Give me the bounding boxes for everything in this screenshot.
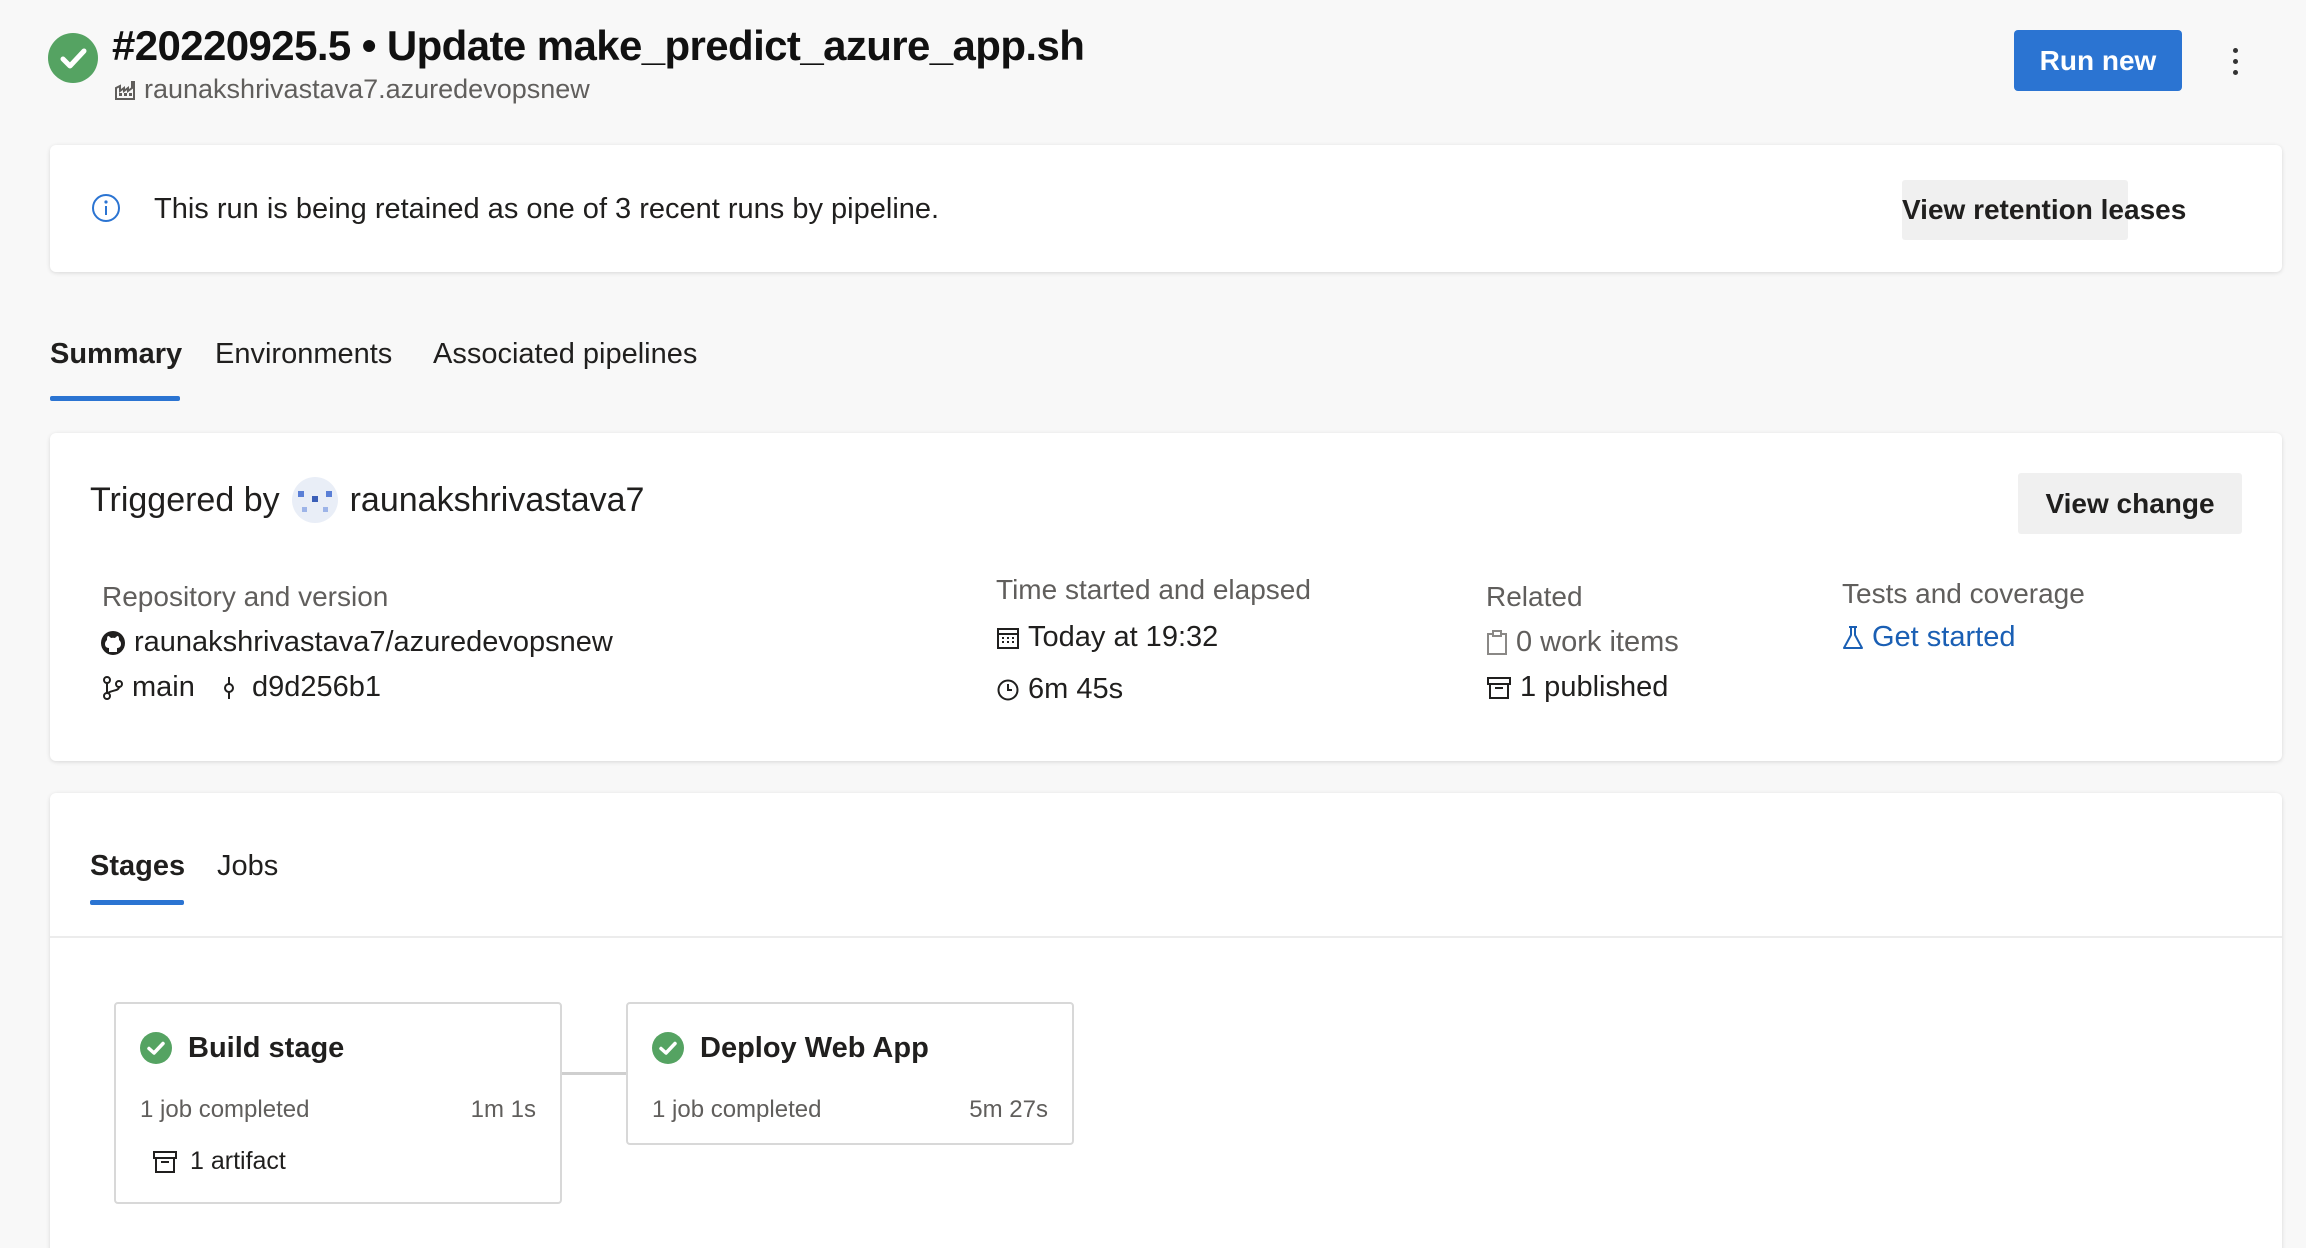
branch[interactable]: main: [102, 671, 195, 704]
stage-artifact[interactable]: 1 artifact: [152, 1147, 286, 1176]
stage-card-deploy[interactable]: Deploy Web App 1 job completed 5m 27s: [626, 1002, 1074, 1145]
tab-jobs[interactable]: Jobs: [217, 850, 278, 883]
repo-name: raunakshrivastava7/azuredevopsnew: [134, 626, 613, 658]
time-elapsed: 6m 45s: [996, 673, 1123, 706]
time-elapsed-value: 6m 45s: [1028, 673, 1124, 705]
tab-summary[interactable]: Summary: [50, 338, 182, 371]
commit-icon: [220, 675, 238, 701]
work-items[interactable]: 0 work items: [1486, 626, 1679, 659]
work-items-count: 0 work items: [1516, 626, 1679, 658]
time-started-value: Today at 19:32: [1028, 621, 1219, 653]
branch-name: main: [132, 671, 195, 703]
stage-card-build[interactable]: Build stage 1 job completed 1m 1s 1 arti…: [114, 1002, 562, 1204]
tab-associated-pipelines[interactable]: Associated pipelines: [433, 338, 697, 371]
repo-label: Repository and version: [102, 581, 389, 612]
stage-name: Deploy Web App: [700, 1032, 929, 1064]
published-artifacts[interactable]: 1 published: [1486, 671, 1668, 704]
github-icon: [100, 630, 126, 656]
stage-success-icon: [652, 1032, 684, 1064]
tab-summary-underline: [50, 396, 180, 401]
info-icon: [90, 192, 122, 224]
stage-jobs: 1 job completed: [140, 1096, 310, 1123]
flask-icon: [1842, 625, 1864, 651]
stage-duration: 1m 1s: [470, 1096, 536, 1123]
pipeline-breadcrumb[interactable]: raunakshrivastava7.azuredevopsnew: [114, 74, 590, 105]
get-started-link[interactable]: Get started: [1842, 621, 2015, 654]
tests-label: Tests and coverage: [1842, 578, 2085, 609]
retention-banner: This run is being retained as one of 3 r…: [50, 145, 2282, 272]
triggered-by-user[interactable]: raunakshrivastava7: [350, 481, 645, 520]
artifact-count: 1 artifact: [190, 1147, 286, 1175]
commit-hash: d9d256b1: [252, 671, 382, 703]
stage-duration: 5m 27s: [969, 1096, 1048, 1123]
branch-icon: [102, 675, 124, 701]
tab-environments[interactable]: Environments: [215, 338, 392, 371]
run-title: #20220925.5 • Update make_predict_azure_…: [112, 22, 1085, 69]
commit[interactable]: d9d256b1: [220, 671, 381, 704]
summary-card: Triggered by raunakshrivastava7 View cha…: [50, 433, 2282, 761]
tab-stages-underline: [90, 900, 184, 905]
retention-message: This run is being retained as one of 3 r…: [154, 193, 940, 225]
triggered-by-label: Triggered by: [90, 480, 280, 519]
tab-stages[interactable]: Stages: [90, 850, 185, 883]
repo-link[interactable]: raunakshrivastava7/azuredevopsnew: [100, 626, 613, 659]
triggered-by: Triggered by raunakshrivastava7: [90, 477, 644, 523]
avatar[interactable]: [291, 477, 338, 523]
stage-jobs: 1 job completed: [652, 1096, 822, 1123]
published-count: 1 published: [1520, 671, 1669, 703]
pipeline-name: raunakshrivastava7.azuredevopsnew: [144, 74, 590, 104]
stage-name: Build stage: [188, 1032, 345, 1064]
run-status-icon: [48, 33, 98, 83]
stage-success-icon: [140, 1032, 172, 1064]
time-started: Today at 19:32: [996, 621, 1218, 654]
stage-connector: [562, 1072, 626, 1075]
related-label: Related: [1486, 581, 1583, 612]
run-new-button[interactable]: Run new: [2014, 30, 2182, 91]
pipeline-icon: [114, 79, 136, 101]
calendar-icon: [996, 626, 1020, 650]
clock-icon: [996, 678, 1020, 702]
time-label: Time started and elapsed: [996, 574, 1311, 605]
check-icon: [60, 48, 87, 69]
stages-card: Stages Jobs Build stage 1 job completed …: [50, 793, 2282, 1248]
clipboard-icon: [1486, 629, 1508, 656]
artifact-icon: [1486, 676, 1512, 700]
get-started-text: Get started: [1872, 621, 2016, 653]
artifact-icon: [152, 1150, 178, 1174]
more-actions-icon[interactable]: [2220, 38, 2250, 84]
view-change-button[interactable]: View change: [2018, 473, 2242, 534]
divider: [50, 936, 2282, 938]
view-retention-leases-button[interactable]: View retention leases: [1902, 180, 2186, 240]
